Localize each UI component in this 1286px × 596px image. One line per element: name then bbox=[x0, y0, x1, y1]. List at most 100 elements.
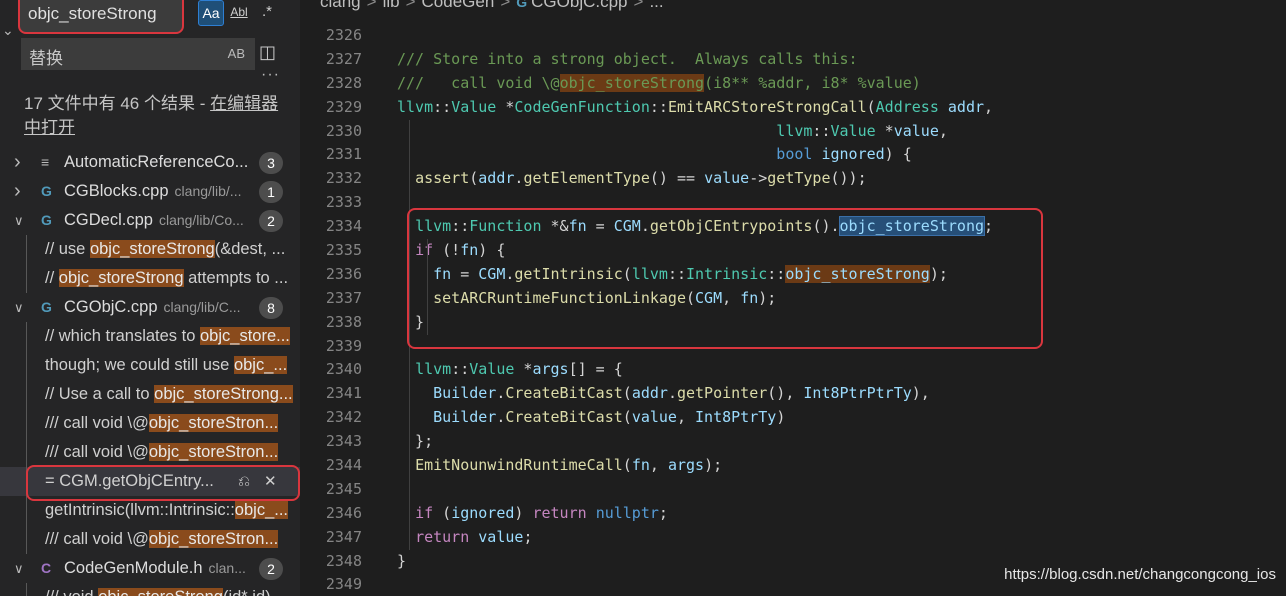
code-line[interactable]: return value; bbox=[397, 526, 1277, 550]
code-token: ; bbox=[523, 527, 533, 546]
match-highlight: objc_... bbox=[234, 501, 288, 519]
match-result-row[interactable]: // Use a call to objc_storeStrong... bbox=[0, 380, 300, 409]
code-line[interactable]: EmitNounwindRuntimeCall(fn, args); bbox=[397, 454, 1277, 478]
code-token: ; bbox=[658, 503, 668, 522]
match-result-row[interactable]: // objc_storeStrong attempts to ... bbox=[0, 264, 300, 293]
chevron-right-icon[interactable]: › bbox=[14, 148, 28, 177]
line-number: 2339 bbox=[325, 336, 362, 355]
line-number: 2345 bbox=[325, 479, 362, 498]
match-result-row[interactable]: /// call void \@objc_storeStron... bbox=[0, 438, 300, 467]
line-number: 2328 bbox=[325, 73, 362, 92]
match-count-badge: 2 bbox=[259, 210, 283, 232]
indent-guide bbox=[26, 583, 27, 596]
code-token: ignored bbox=[451, 503, 515, 522]
line-number: 2349 bbox=[325, 575, 362, 594]
match-highlight: objc_storeStrong... bbox=[154, 385, 293, 403]
match-text: // which translates to objc_store... bbox=[45, 322, 299, 351]
file-result-row[interactable]: ∨ G CGObjC.cpp clang/lib/C... 8 bbox=[0, 293, 300, 322]
code-token: }; bbox=[397, 432, 434, 451]
breadcrumb-segment[interactable]: lib bbox=[383, 0, 400, 11]
code-line[interactable]: /// call void \@objc_storeStrong(i8** %a… bbox=[397, 72, 1277, 96]
breadcrumb-file[interactable]: CGObjC.cpp bbox=[531, 0, 627, 11]
code-token: getPointer bbox=[676, 384, 768, 403]
replace-all-icon[interactable]: ◫ bbox=[259, 42, 276, 63]
code-line[interactable] bbox=[397, 24, 1277, 48]
chevron-down-icon[interactable]: ∨ bbox=[14, 554, 28, 583]
line-number: 2348 bbox=[325, 551, 362, 570]
match-highlight: objc_storeStron... bbox=[148, 443, 279, 461]
code-token: fn bbox=[631, 456, 650, 475]
code-line[interactable]: if (ignored) return nullptr; bbox=[397, 502, 1277, 526]
file-result-row[interactable]: › G CGBlocks.cpp clang/lib/... 1 bbox=[0, 177, 300, 206]
toggle-replace-chevron-icon[interactable]: ⌄ bbox=[2, 22, 14, 39]
code-line[interactable]: Builder.CreateBitCast(addr.getPointer(),… bbox=[397, 382, 1277, 406]
chevron-right-icon[interactable]: › bbox=[14, 177, 28, 206]
match-suffix: attempts to ... bbox=[183, 269, 289, 287]
match-result-row[interactable]: // which translates to objc_store... bbox=[0, 322, 300, 351]
line-number: 2334 bbox=[325, 217, 362, 236]
match-highlight: objc_storeStrong bbox=[58, 269, 184, 287]
whole-word-toggle[interactable]: Abl bbox=[228, 0, 250, 26]
breadcrumb-segment[interactable]: clang bbox=[320, 0, 361, 11]
search-input[interactable]: objc_storeStrong bbox=[18, 0, 184, 34]
code-line[interactable]: assert(addr.getElementType() == value->g… bbox=[397, 167, 1277, 191]
code-token: . bbox=[667, 384, 677, 403]
code-line[interactable]: llvm::Value *args[] = { bbox=[397, 358, 1277, 382]
file-result-row[interactable]: ∨ C CodeGenModule.h clan... 2 bbox=[0, 554, 300, 583]
code-token: nullptr bbox=[595, 503, 659, 522]
code-token: Value bbox=[451, 97, 497, 116]
file-name-label: CGObjC.cpp bbox=[64, 298, 158, 316]
code-token: ( bbox=[433, 503, 452, 522]
match-highlight: objc_storeStrong bbox=[98, 588, 223, 596]
match-text: // Use a call to objc_storeStrong... bbox=[45, 380, 299, 409]
replace-input[interactable]: 替换 AB bbox=[21, 38, 255, 70]
code-token: bool bbox=[776, 145, 813, 164]
code-line[interactable]: bool ignored) { bbox=[397, 143, 1277, 167]
chevron-down-icon[interactable]: ∨ bbox=[14, 206, 28, 235]
match-prefix: /// void bbox=[45, 588, 98, 596]
code-token: assert bbox=[415, 169, 470, 188]
more-options-icon[interactable]: ··· bbox=[261, 66, 280, 84]
code-line[interactable]: llvm::Value *value, bbox=[397, 120, 1277, 144]
match-result-row[interactable]: // use objc_storeStrong(&dest, ... bbox=[0, 235, 300, 264]
file-result-row[interactable]: ∨ G CGDecl.cpp clang/lib/Co... 2 bbox=[0, 206, 300, 235]
line-number: 2333 bbox=[325, 193, 362, 212]
match-prefix: // Use a call to bbox=[45, 385, 155, 403]
code-line[interactable]: /// Store into a strong object. Always c… bbox=[397, 48, 1277, 72]
code-line[interactable]: llvm::Value *CodeGenFunction::EmitARCSto… bbox=[397, 96, 1277, 120]
code-token: return bbox=[415, 527, 470, 546]
indent-guide bbox=[26, 438, 27, 467]
file-name: CodeGenModule.h clan... bbox=[64, 554, 246, 583]
code-token: addr bbox=[478, 169, 515, 188]
code-token: :: bbox=[433, 97, 452, 116]
match-result-row[interactable]: though; we could still use objc_... bbox=[0, 351, 300, 380]
code-line[interactable]: }; bbox=[397, 430, 1277, 454]
match-result-row[interactable]: /// call void \@objc_storeStron... bbox=[0, 409, 300, 438]
code-token: llvm bbox=[776, 121, 813, 140]
code-line[interactable] bbox=[397, 478, 1277, 502]
code-token: ( bbox=[469, 169, 479, 188]
indent-guide bbox=[26, 525, 27, 554]
match-result-row[interactable]: /// call void \@objc_storeStron... bbox=[0, 525, 300, 554]
file-name: CGObjC.cpp clang/lib/C... bbox=[64, 293, 241, 322]
match-result-row[interactable]: /// void objc_storeStrong(id* id) bbox=[0, 583, 300, 596]
file-result-row[interactable]: › ≡ AutomaticReferenceCo... 3 bbox=[0, 148, 300, 177]
match-case-toggle[interactable]: Aa bbox=[198, 0, 224, 26]
breadcrumb-segment[interactable]: CodeGen bbox=[422, 0, 495, 11]
breadcrumb-symbol[interactable]: ... bbox=[649, 0, 663, 11]
regex-toggle[interactable]: .* bbox=[256, 0, 278, 26]
results-summary: 17 文件中有 46 个结果 - 在编辑器中打开 bbox=[24, 92, 284, 140]
code-token: Address bbox=[875, 97, 939, 116]
preserve-case-toggle[interactable]: AB bbox=[228, 46, 245, 61]
file-name: AutomaticReferenceCo... bbox=[64, 148, 248, 177]
line-number: 2332 bbox=[325, 169, 362, 188]
code-line[interactable]: Builder.CreateBitCast(value, Int8PtrTy) bbox=[397, 406, 1277, 430]
line-number: 2326 bbox=[325, 26, 362, 44]
match-text: // use objc_storeStrong(&dest, ... bbox=[45, 235, 299, 264]
file-path: clan... bbox=[208, 560, 246, 576]
chevron-down-icon[interactable]: ∨ bbox=[14, 293, 28, 322]
code-token: , bbox=[676, 408, 696, 427]
